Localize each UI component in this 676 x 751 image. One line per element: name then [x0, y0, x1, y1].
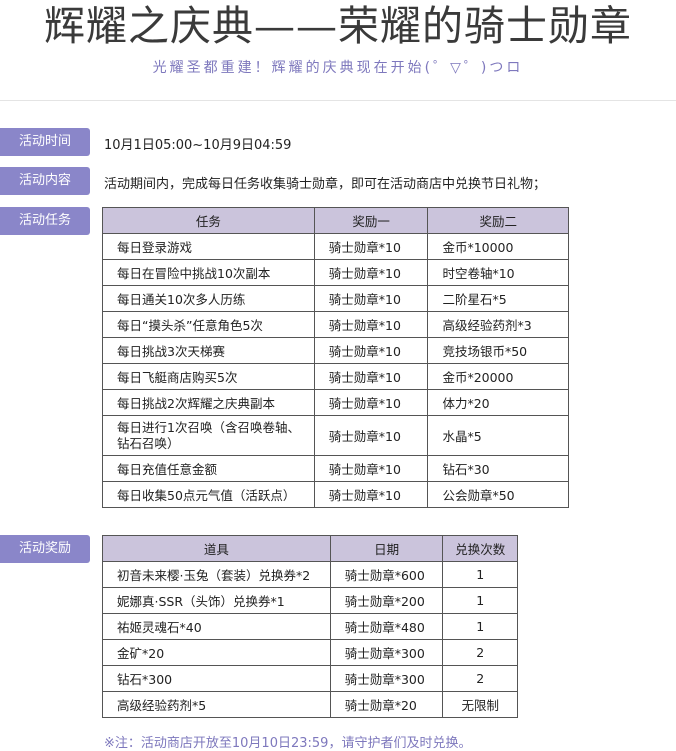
reward1-cell: 骑士勋章*10 [313, 481, 429, 508]
reward1-cell: 骑士勋章*10 [313, 415, 429, 456]
reward1-cell: 骑士勋章*10 [313, 311, 429, 338]
reward2-cell: 体力*20 [427, 389, 569, 416]
reward2-cell: 水晶*5 [427, 415, 569, 456]
item-cell: 高级经验药剂*5 [102, 691, 331, 718]
reward2-cell: 公会勋章*50 [427, 481, 569, 508]
reward2-cell: 金币*10000 [427, 233, 569, 260]
table-row: 初音未来樱·玉兔（套装）兑换券*2 骑士勋章*600 1 [102, 561, 518, 588]
cost-cell: 骑士勋章*200 [329, 587, 444, 614]
table-row: 每日飞艇商店购买5次 骑士勋章*10 金币*20000 [102, 363, 569, 390]
activity-content-value: 活动期间内，完成每日任务收集骑士勋章，即可在活动商店中兑换节日礼物； [104, 177, 547, 192]
activity-tasks-label: 活动任务 [0, 207, 90, 235]
reward2-cell: 金币*20000 [427, 363, 569, 390]
activity-time-label: 活动时间 [0, 128, 90, 156]
header-divider [0, 100, 676, 101]
task-table-header: 任务 奖励一 奖励二 [102, 207, 569, 234]
table-row: 每日挑战2次辉耀之庆典副本 骑士勋章*10 体力*20 [102, 389, 569, 416]
task-cell: 每日飞艇商店购买5次 [102, 363, 315, 390]
table-row: 每日挑战3次天梯赛 骑士勋章*10 竞技场银币*50 [102, 337, 569, 364]
table-row: 每日收集50点元气值（活跃点） 骑士勋章*10 公会勋章*50 [102, 481, 569, 508]
task-cell: 每日充值任意金额 [102, 455, 315, 482]
reward-table-header: 道具 日期 兑换次数 [102, 535, 518, 562]
activity-rewards-label: 活动奖励 [0, 535, 90, 563]
reward1-cell: 骑士勋章*10 [313, 389, 429, 416]
table-row: 每日登录游戏 骑士勋章*10 金币*10000 [102, 233, 569, 260]
reward1-cell: 骑士勋章*10 [313, 363, 429, 390]
page-title: 辉耀之庆典——荣耀的骑士勋章 [44, 2, 632, 50]
item-cell: 金矿*20 [102, 639, 331, 666]
item-cell: 祐姬灵魂石*40 [102, 613, 331, 640]
reward2-cell: 高级经验药剂*3 [427, 311, 569, 338]
activity-content-label: 活动内容 [0, 167, 90, 195]
item-cell: 钻石*300 [102, 665, 331, 692]
table-row: 每日充值任意金额 骑士勋章*10 钻石*30 [102, 455, 569, 482]
reward2-cell: 二阶星石*5 [427, 285, 569, 312]
reward1-cell: 骑士勋章*10 [313, 337, 429, 364]
table-row: 每日通关10次多人历练 骑士勋章*10 二阶星石*5 [102, 285, 569, 312]
table-row: 妮娜真·SSR（头饰）兑换券*1 骑士勋章*200 1 [102, 587, 518, 614]
cost-cell: 骑士勋章*300 [329, 639, 444, 666]
table-row: 每日在冒险中挑战10次副本 骑士勋章*10 时空卷轴*10 [102, 259, 569, 286]
table-row: 钻石*300 骑士勋章*300 2 [102, 665, 518, 692]
reward-table: 道具 日期 兑换次数 初音未来樱·玉兔（套装）兑换券*2 骑士勋章*600 1 … [102, 535, 518, 718]
count-cell: 1 [442, 561, 518, 588]
task-cell: 每日进行1次召唤（含召唤卷轴、钻石召唤） [102, 415, 315, 456]
table-row: 金矿*20 骑士勋章*300 2 [102, 639, 518, 666]
task-cell: 每日通关10次多人历练 [102, 285, 315, 312]
reward-header-date: 日期 [329, 535, 444, 562]
item-cell: 初音未来樱·玉兔（套装）兑换券*2 [102, 561, 331, 588]
table-row: 每日“摸头杀”任意角色5次 骑士勋章*10 高级经验药剂*3 [102, 311, 569, 338]
task-cell: 每日“摸头杀”任意角色5次 [102, 311, 315, 338]
reward1-cell: 骑士勋章*10 [313, 233, 429, 260]
count-cell: 无限制 [442, 691, 518, 718]
count-cell: 2 [442, 639, 518, 666]
reward1-cell: 骑士勋章*10 [313, 285, 429, 312]
task-cell: 每日在冒险中挑战10次副本 [102, 259, 315, 286]
task-header-reward2: 奖励二 [427, 207, 569, 234]
task-cell: 每日挑战3次天梯赛 [102, 337, 315, 364]
table-row: 高级经验药剂*5 骑士勋章*20 无限制 [102, 691, 518, 718]
reward-header-count: 兑换次数 [442, 535, 518, 562]
table-row: 祐姬灵魂石*40 骑士勋章*480 1 [102, 613, 518, 640]
count-cell: 1 [442, 587, 518, 614]
reward2-cell: 时空卷轴*10 [427, 259, 569, 286]
page-subtitle: 光耀圣都重建！辉耀的庆典现在开始(゜▽゜)つロ [152, 60, 524, 76]
reward1-cell: 骑士勋章*10 [313, 455, 429, 482]
item-cell: 妮娜真·SSR（头饰）兑换券*1 [102, 587, 331, 614]
cost-cell: 骑士勋章*600 [329, 561, 444, 588]
cost-cell: 骑士勋章*20 [329, 691, 444, 718]
cost-cell: 骑士勋章*480 [329, 613, 444, 640]
reward2-cell: 竞技场银币*50 [427, 337, 569, 364]
footer-note: ※注：活动商店开放至10月10日23:59，请守护者们及时兑换。 [104, 736, 472, 751]
table-row: 每日进行1次召唤（含召唤卷轴、钻石召唤） 骑士勋章*10 水晶*5 [102, 415, 569, 456]
task-cell: 每日登录游戏 [102, 233, 315, 260]
cost-cell: 骑士勋章*300 [329, 665, 444, 692]
reward-header-item: 道具 [102, 535, 331, 562]
reward2-cell: 钻石*30 [427, 455, 569, 482]
task-header-reward1: 奖励一 [313, 207, 429, 234]
count-cell: 1 [442, 613, 518, 640]
task-cell: 每日收集50点元气值（活跃点） [102, 481, 315, 508]
task-cell: 每日挑战2次辉耀之庆典副本 [102, 389, 315, 416]
reward1-cell: 骑士勋章*10 [313, 259, 429, 286]
task-table: 任务 奖励一 奖励二 每日登录游戏 骑士勋章*10 金币*10000 每日在冒险… [102, 207, 569, 508]
count-cell: 2 [442, 665, 518, 692]
activity-time-value: 10月1日05:00~10月9日04:59 [104, 138, 292, 153]
task-header-task: 任务 [102, 207, 315, 234]
